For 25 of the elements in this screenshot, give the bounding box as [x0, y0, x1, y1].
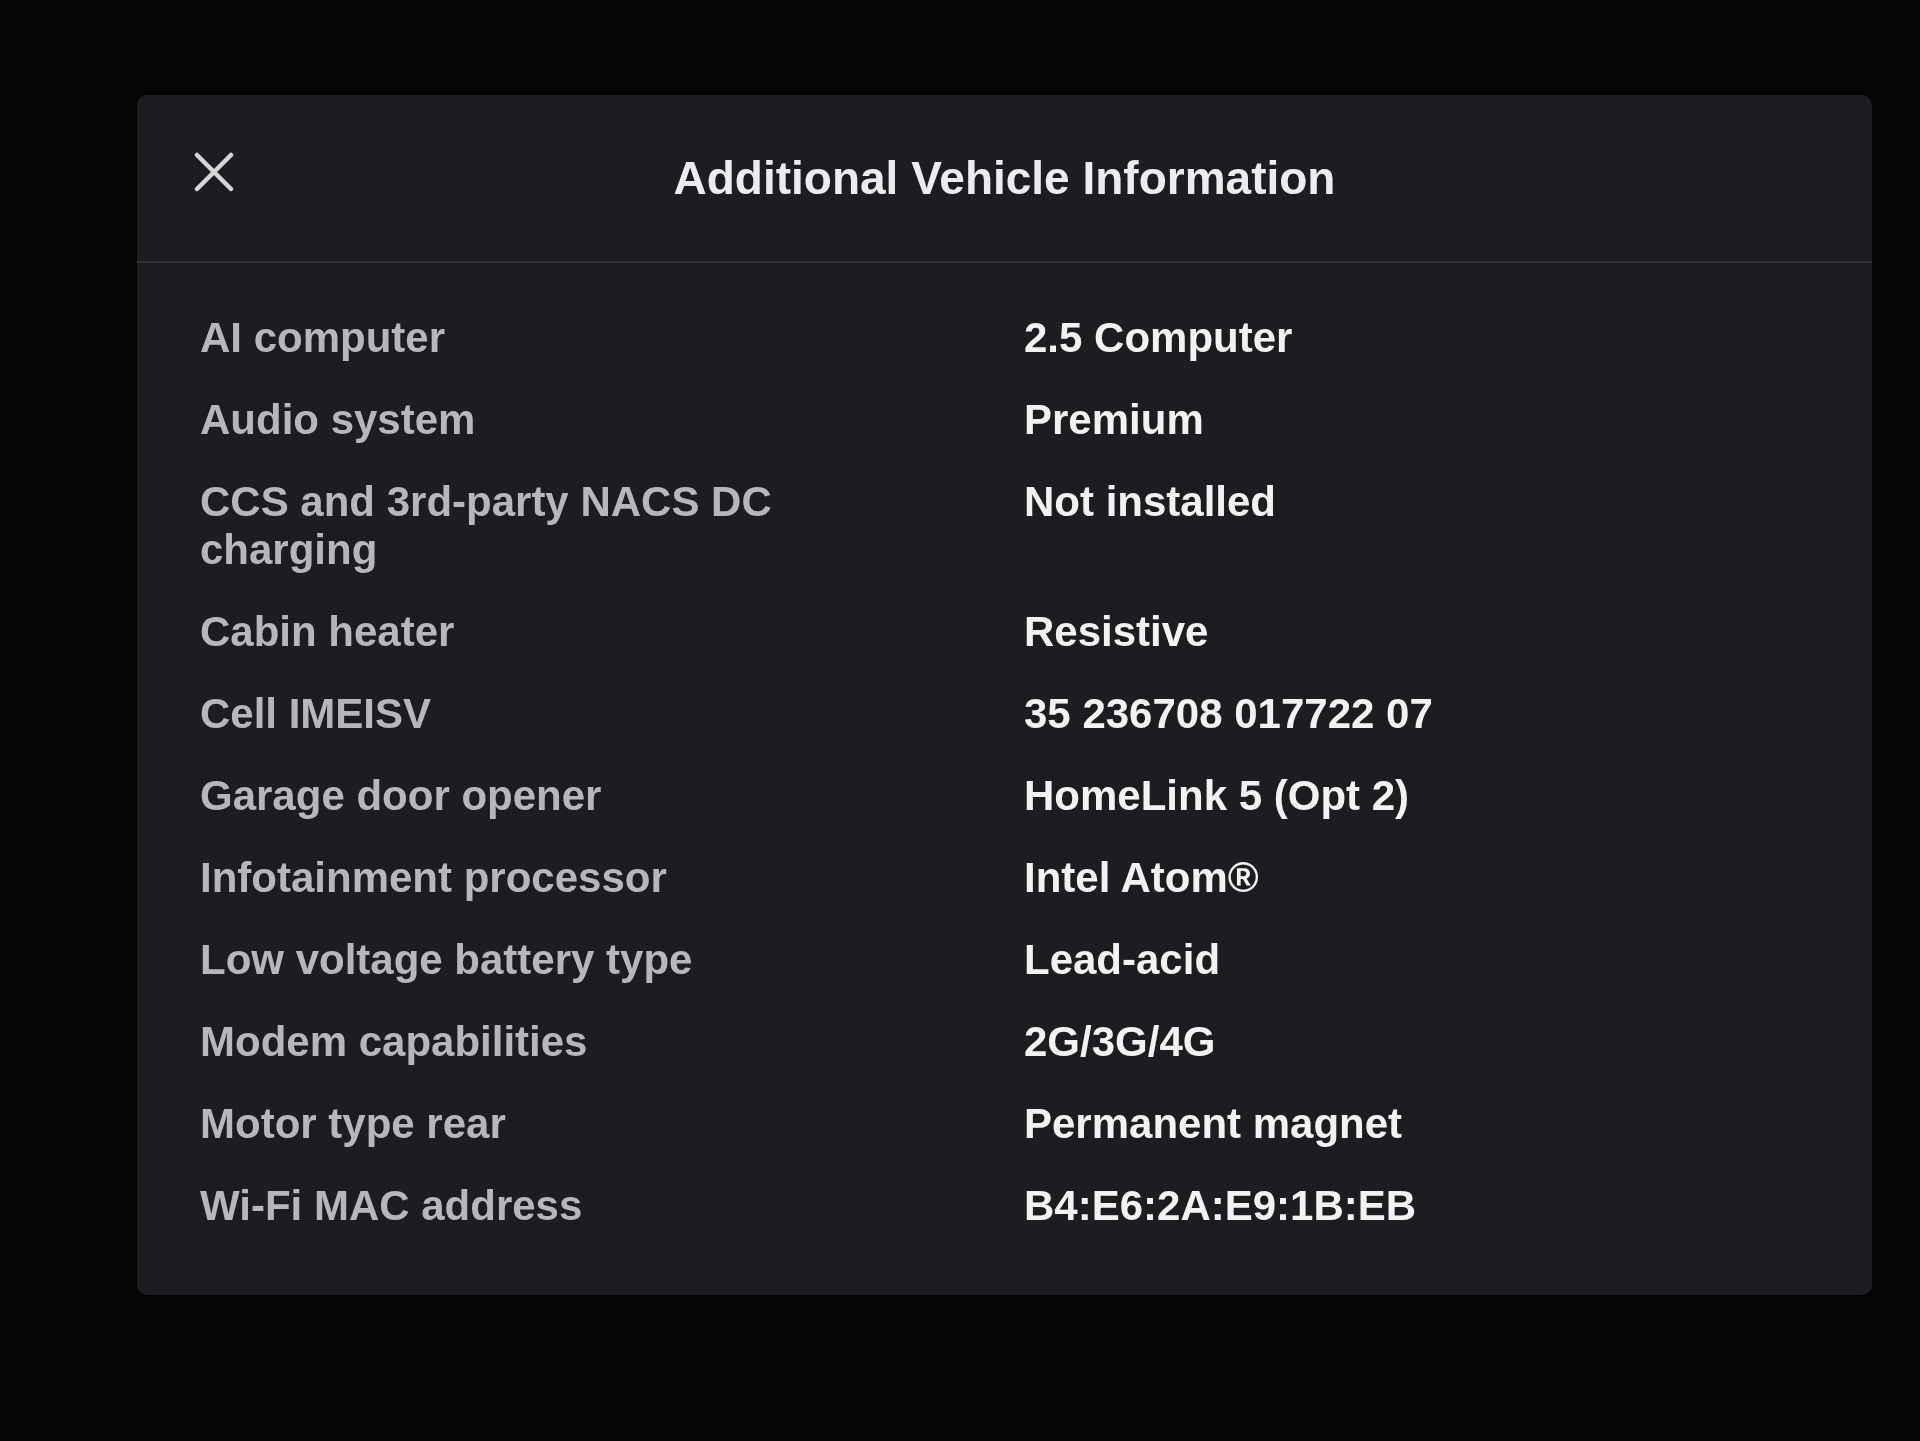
close-button[interactable]	[194, 152, 234, 192]
close-icon	[194, 152, 234, 192]
info-value: 2.5 Computer	[1024, 313, 1294, 363]
info-label: AI computer	[200, 313, 447, 363]
info-value: Resistive	[1024, 607, 1210, 657]
info-value: Not installed	[1024, 477, 1278, 527]
info-value: Lead-acid	[1024, 935, 1222, 985]
dialog-title: Additional Vehicle Information	[673, 151, 1336, 205]
info-label: Cabin heater	[200, 607, 456, 657]
info-value: HomeLink 5 (Opt 2)	[1024, 771, 1411, 821]
info-value: 2G/3G/4G	[1024, 1017, 1217, 1067]
info-value: B4:E6:2A:E9:1B:EB	[1024, 1181, 1418, 1231]
info-label: Audio system	[200, 395, 477, 445]
info-label: Cell IMEISV	[200, 689, 433, 739]
info-label: Infotainment processor	[200, 853, 668, 903]
info-value: Intel Atom®	[1024, 853, 1260, 903]
info-label: Motor type rear	[200, 1099, 507, 1149]
info-label: CCS and 3rd-party NACS DC charging	[200, 477, 773, 575]
info-label: Low voltage battery type	[200, 935, 694, 985]
info-value: 35 236708 017722 07	[1024, 689, 1434, 739]
info-label: Wi-Fi MAC address	[200, 1181, 584, 1231]
info-label: Modem capabilities	[200, 1017, 589, 1067]
info-label: Garage door opener	[200, 771, 603, 821]
info-value: Permanent magnet	[1024, 1099, 1404, 1149]
info-value: Premium	[1024, 395, 1205, 445]
